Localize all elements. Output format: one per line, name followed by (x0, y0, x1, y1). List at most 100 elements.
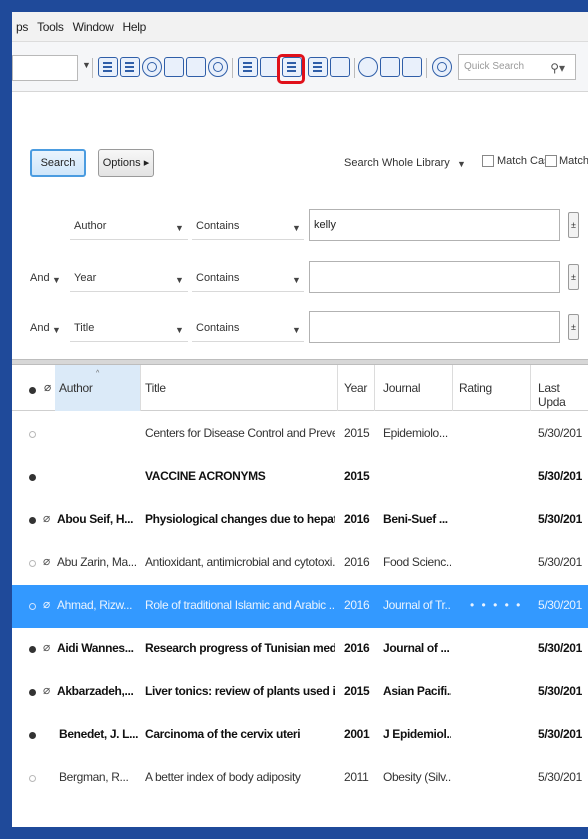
cell-title: Antioxidant, antimicrobial and cytotoxi.… (145, 555, 335, 569)
help-icon[interactable] (432, 57, 452, 77)
column-divider[interactable] (452, 365, 453, 411)
cell-last-updated: 5/30/201 (538, 641, 582, 655)
attachment-header-icon[interactable]: ⌀ (44, 380, 51, 394)
match-words-checkbox[interactable] (545, 155, 557, 167)
share-icon[interactable] (380, 57, 400, 77)
read-dot-icon[interactable] (29, 775, 36, 782)
chevron-down-icon[interactable]: ▼ (52, 325, 61, 335)
cell-year: 2011 (344, 770, 369, 784)
column-divider[interactable] (140, 365, 141, 411)
unread-dot-icon[interactable] (29, 732, 36, 739)
new-library-icon[interactable] (98, 57, 118, 77)
chevron-down-icon[interactable]: ▼ (52, 275, 61, 285)
rating-stars[interactable]: • • • • • (470, 598, 522, 612)
search-button[interactable]: Search (30, 149, 86, 177)
search-term-input-3[interactable] (309, 311, 560, 343)
menu-help[interactable]: Help (122, 20, 146, 34)
options-button[interactable]: Options ▸ (98, 149, 154, 177)
plus-minus-button[interactable]: ± (568, 264, 579, 290)
group-icon[interactable] (402, 57, 422, 77)
operator-select-3[interactable]: Contains (196, 322, 239, 334)
menu-tools[interactable]: Tools (37, 20, 64, 34)
new-reference-icon[interactable] (120, 57, 140, 77)
menu-groups[interactable]: ps (16, 20, 28, 34)
cell-year: 2015 (344, 684, 370, 698)
cell-last-updated: 5/30/201 (538, 512, 582, 526)
format-bibliography-icon[interactable] (330, 57, 350, 77)
table-row[interactable]: ⌀ Akbarzadeh,... Liver tonics: review of p… (12, 671, 588, 714)
read-status-header-icon[interactable] (29, 387, 36, 394)
cell-year: 2016 (344, 598, 370, 612)
cell-year: 2016 (344, 555, 370, 569)
sync-icon[interactable] (358, 57, 378, 77)
table-row[interactable]: ⌀ Abu Zarin, Ma... Antioxidant, antimicrob… (12, 542, 588, 585)
online-search-icon[interactable] (142, 57, 162, 77)
find-full-text-icon[interactable] (208, 57, 228, 77)
unread-dot-icon[interactable] (29, 689, 36, 696)
column-divider[interactable] (337, 365, 338, 411)
chevron-down-icon[interactable]: ▼ (292, 223, 301, 233)
column-header-journal[interactable]: Journal (383, 381, 421, 395)
column-header-last-updated[interactable]: Last Upda (538, 381, 588, 409)
search-icon[interactable]: ⚲▾ (550, 61, 565, 75)
column-divider[interactable] (374, 365, 375, 411)
match-case-checkbox[interactable] (482, 155, 494, 167)
column-header-author[interactable]: Author (59, 381, 93, 395)
insert-citation-icon[interactable] (308, 57, 328, 77)
unread-dot-icon[interactable] (29, 646, 36, 653)
read-dot-icon[interactable] (29, 603, 36, 610)
chevron-down-icon[interactable]: ▼ (175, 325, 184, 335)
unread-dot-icon[interactable] (29, 474, 36, 481)
search-scope-select[interactable]: Search Whole Library (344, 157, 450, 169)
cell-title: Research progress of Tunisian medic... (145, 641, 335, 655)
read-dot-icon[interactable] (29, 431, 36, 438)
operator-select-1[interactable]: Contains (196, 220, 239, 232)
download-icon[interactable] (164, 57, 184, 77)
table-row[interactable]: ⌀ Ahmad, Rizw... Role of traditional Islam… (12, 585, 588, 628)
chevron-down-icon[interactable]: ▼ (292, 275, 301, 285)
menu-window[interactable]: Window (73, 20, 114, 34)
table-row[interactable]: VACCINE ACRONYMS 2015 5/30/201 (12, 456, 588, 499)
chevron-down-icon[interactable]: ▼ (292, 325, 301, 335)
chevron-down-icon[interactable]: ▼ (457, 159, 466, 169)
search-term-input-2[interactable] (309, 261, 560, 293)
chevron-down-icon[interactable]: ▼ (175, 223, 184, 233)
toolbar-divider (232, 58, 233, 78)
cell-title: Physiological changes due to hepato... (145, 512, 335, 526)
table-row[interactable]: ⌀ Aidi Wannes... Research progress of Tuni… (12, 628, 588, 671)
plus-minus-button[interactable]: ± (568, 314, 579, 340)
upload-icon[interactable] (186, 57, 206, 77)
column-header-year[interactable]: Year (344, 381, 367, 395)
table-row[interactable]: ⌀ Abou Seif, H... Physiological changes du… (12, 499, 588, 542)
field-select-2[interactable]: Year (74, 272, 96, 284)
search-term-input-1[interactable]: kelly (309, 209, 560, 241)
open-pdf-icon[interactable] (238, 57, 258, 77)
output-style-select[interactable] (12, 55, 78, 81)
table-row[interactable]: Centers for Disease Control and Preven..… (12, 413, 588, 456)
cell-author: Akbarzadeh,... (57, 684, 134, 698)
field-select-1[interactable]: Author (74, 220, 106, 232)
operator-select-2[interactable]: Contains (196, 272, 239, 284)
read-dot-icon[interactable] (29, 560, 36, 567)
cell-title: Carcinoma of the cervix uteri (145, 727, 301, 741)
operator-underline (192, 341, 304, 342)
chevron-down-icon[interactable]: ▼ (82, 60, 91, 70)
cell-year: 2001 (344, 727, 370, 741)
field-select-3[interactable]: Title (74, 322, 94, 334)
column-divider[interactable] (530, 365, 531, 411)
table-row[interactable]: Bergman, R... A better index of body adip… (12, 757, 588, 800)
column-header-title[interactable]: Title (145, 381, 166, 395)
plus-minus-button[interactable]: ± (568, 212, 579, 238)
unread-dot-icon[interactable] (29, 517, 36, 524)
bool-select-2[interactable]: And (30, 272, 50, 284)
cell-last-updated: 5/30/201 (538, 727, 582, 741)
chevron-down-icon[interactable]: ▼ (175, 275, 184, 285)
bool-select-3[interactable]: And (30, 322, 50, 334)
quick-search-input[interactable]: Quick Search ⚲▾ (458, 54, 576, 80)
cell-journal: Epidemiolo... (383, 426, 448, 440)
cell-author: Bergman, R... (59, 770, 129, 784)
column-header-rating[interactable]: Rating (459, 381, 492, 395)
operator-underline (192, 291, 304, 292)
cell-year: 2015 (344, 426, 370, 440)
table-row[interactable]: Benedet, J. L... Carcinoma of the cervix … (12, 714, 588, 757)
